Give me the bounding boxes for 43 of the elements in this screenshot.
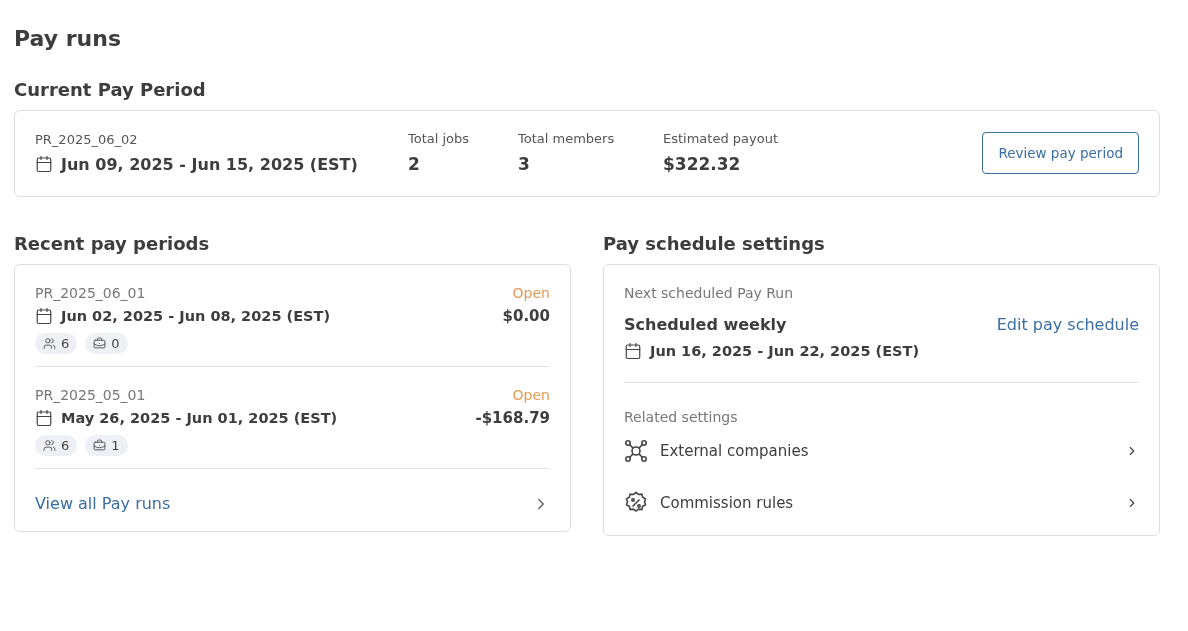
people-icon — [43, 337, 56, 350]
stat-value: 2 — [408, 154, 421, 174]
period-dates: Jun 02, 2025 - Jun 08, 2025 (EST) — [61, 308, 330, 324]
stat-value: $322.32 — [663, 154, 742, 174]
period-amount: -$168.79 — [475, 409, 550, 427]
calendar-icon — [624, 342, 642, 360]
page-title: Pay runs — [14, 26, 122, 51]
next-pay-run-label: Next scheduled Pay Run — [624, 285, 795, 301]
members-count-chip: 6 — [35, 333, 78, 354]
period-id: PR_2025_06_01 — [35, 285, 146, 301]
related-settings-label: Related settings — [624, 409, 739, 425]
related-setting-item[interactable]: Commission rules — [624, 477, 1139, 529]
members-count-chip: 6 — [35, 435, 78, 456]
jobs-count-chip: 1 — [85, 435, 128, 456]
section-heading: Pay schedule settings — [603, 233, 826, 254]
network-icon — [624, 439, 648, 463]
stat-label: Estimated payout — [663, 131, 779, 146]
period-dates: Jun 09, 2025 - Jun 15, 2025 (EST) — [61, 154, 358, 174]
edit-pay-schedule-link[interactable]: Edit pay schedule — [996, 315, 1139, 334]
stat-value: 3 — [518, 154, 531, 174]
period-dates: May 26, 2025 - Jun 01, 2025 (EST) — [61, 410, 338, 426]
stat-label: Total members — [518, 131, 616, 146]
calendar-icon — [35, 155, 53, 173]
section-heading: Recent pay periods — [14, 233, 211, 254]
period-id: PR_2025_06_02 — [35, 131, 139, 147]
review-pay-period-button[interactable]: Review pay period — [982, 131, 1139, 174]
briefcase-icon — [93, 439, 107, 452]
percent-badge-icon — [624, 491, 648, 515]
stat-label: Total jobs — [408, 131, 471, 146]
calendar-icon — [35, 409, 53, 427]
period-status: Open — [512, 285, 550, 301]
view-all-pay-runs-link[interactable]: View all Pay runs — [35, 469, 550, 531]
section-heading: Current Pay Period — [14, 79, 207, 100]
period-status: Open — [512, 387, 550, 403]
people-icon — [43, 439, 56, 452]
related-setting-item[interactable]: External companies — [624, 425, 1139, 477]
period-amount: $0.00 — [502, 307, 550, 325]
period-id: PR_2025_05_01 — [35, 387, 146, 403]
briefcase-icon — [93, 337, 107, 350]
schedule-frequency: Scheduled weekly — [624, 315, 787, 334]
jobs-count-chip: 0 — [85, 333, 128, 354]
schedule-dates: Jun 16, 2025 - Jun 22, 2025 (EST) — [650, 343, 919, 359]
calendar-icon — [35, 307, 53, 325]
